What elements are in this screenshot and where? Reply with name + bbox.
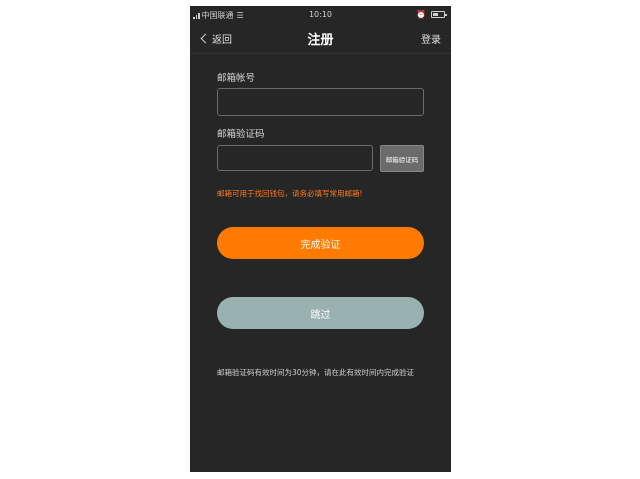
get-code-button[interactable]: 邮箱验证码: [380, 145, 424, 172]
email-label: 邮箱帐号: [217, 73, 256, 84]
complete-verification-button[interactable]: 完成验证: [217, 227, 424, 259]
phone-screen: 中国联通 ☰ 10:10 ⏰ 返回 注册 登录 邮箱帐号 邮箱验证码 邮箱验证码…: [190, 6, 451, 472]
email-hint: 邮箱可用于找回钱包，请务必填写常用邮箱!: [217, 189, 363, 198]
footer-note: 邮箱验证码有效时间为30分钟，请在此有效时间内完成验证: [217, 368, 415, 377]
login-button[interactable]: 登录: [421, 31, 441, 46]
status-time: 10:10: [308, 10, 333, 19]
page-title: 注册: [307, 33, 334, 48]
status-bar: 中国联通 ☰ 10:10 ⏰: [190, 6, 451, 24]
email-input[interactable]: [217, 88, 424, 116]
status-right: ⏰: [416, 10, 447, 19]
nav-bar: 返回 注册 登录: [190, 24, 451, 54]
skip-button[interactable]: 跳过: [217, 297, 424, 329]
code-label: 邮箱验证码: [217, 129, 265, 140]
verification-code-input[interactable]: [217, 145, 373, 171]
battery-icon: [431, 11, 447, 18]
alarm-icon: ⏰: [416, 10, 426, 19]
